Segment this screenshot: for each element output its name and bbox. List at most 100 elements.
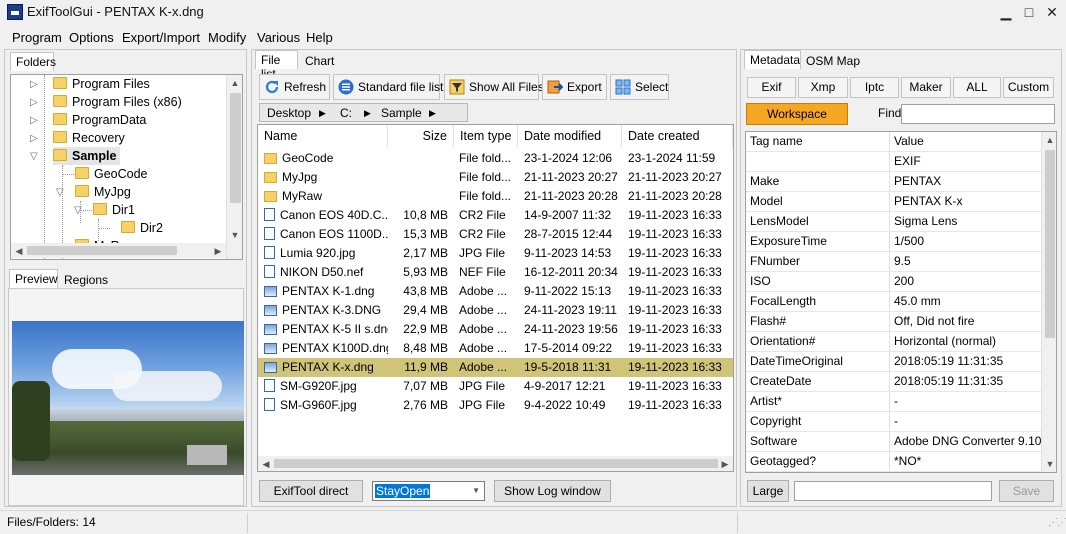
- metadata-row[interactable]: Make PENTAX: [746, 172, 1042, 192]
- column-header-size[interactable]: Size: [388, 125, 454, 147]
- file-row[interactable]: PENTAX K-1.dng 43,8 MB Adobe ... 9-11-2022 …: [258, 282, 733, 301]
- column-header-value[interactable]: Value: [894, 132, 924, 151]
- chevron-right-icon[interactable]: ▷: [30, 115, 38, 126]
- tab-folders[interactable]: Folders: [10, 52, 56, 71]
- metadata-row[interactable]: Flash# Off, Did not fire: [746, 312, 1042, 332]
- filter-exif-button[interactable]: Exif: [747, 77, 796, 98]
- file-row[interactable]: SM-G960F.jpg 2,76 MB JPG File 9-4-2022 10:4…: [258, 396, 733, 415]
- metadata-row[interactable]: ISO 200: [746, 272, 1042, 292]
- scroll-down-icon[interactable]: ▼: [1042, 456, 1056, 472]
- metadata-row[interactable]: Geotagged? *NO*: [746, 452, 1042, 472]
- large-button[interactable]: Large: [747, 480, 789, 502]
- export-button[interactable]: Export: [542, 74, 607, 100]
- tab-file-list[interactable]: File list: [255, 50, 298, 81]
- file-row[interactable]: SM-G920F.jpg 7,07 MB JPG File 4-9-2017 12:2…: [258, 377, 733, 396]
- file-row[interactable]: PENTAX K-3.DNG 29,4 MB Adobe ... 24-11-2023…: [258, 301, 733, 320]
- menu-program[interactable]: Program: [12, 30, 62, 45]
- metadata-row[interactable]: Orientation# Horizontal (normal): [746, 332, 1042, 352]
- scroll-right-icon[interactable]: ▶: [717, 456, 733, 471]
- metadata-row[interactable]: FNumber 9.5: [746, 252, 1042, 272]
- file-row[interactable]: Canon EOS 40D.C... 10,8 MB CR2 File 14-9-20…: [258, 206, 733, 225]
- tree-item-dir2[interactable]: Dir2: [121, 219, 163, 237]
- breadcrumb-sample[interactable]: Sample: [381, 106, 422, 120]
- column-header-tag-name[interactable]: Tag name: [750, 132, 803, 151]
- metadata-vertical-scrollbar[interactable]: ▲ ▼: [1041, 132, 1056, 472]
- tree-item-sample[interactable]: Sample: [53, 147, 121, 165]
- show-all-files-button[interactable]: Show All Files: [444, 74, 544, 100]
- scroll-thumb[interactable]: [230, 93, 241, 203]
- menu-help[interactable]: Help: [306, 30, 333, 45]
- menu-options[interactable]: Options: [69, 30, 114, 45]
- tab-metadata[interactable]: Metadata: [744, 50, 801, 69]
- file-list-horizontal-scrollbar[interactable]: ◀ ▶: [258, 456, 733, 471]
- standard-file-list-button[interactable]: Standard file list: [333, 74, 443, 100]
- chevron-down-icon[interactable]: ▽: [30, 151, 38, 162]
- tab-regions[interactable]: Regions: [64, 273, 108, 287]
- file-row[interactable]: PENTAX K-x.dng 11,9 MB Adobe ... 19-5-2018 …: [258, 358, 733, 377]
- stayopen-select[interactable]: StayOpen ▼: [372, 481, 485, 501]
- workspace-button[interactable]: Workspace: [746, 103, 848, 125]
- scroll-left-icon[interactable]: ◀: [11, 243, 27, 259]
- scroll-left-icon[interactable]: ◀: [258, 456, 274, 471]
- scroll-thumb[interactable]: [1045, 150, 1055, 338]
- column-header-date-modified[interactable]: Date modified: [518, 125, 622, 147]
- chevron-right-icon[interactable]: ▷: [30, 79, 38, 90]
- tab-osm-map[interactable]: OSM Map: [806, 54, 860, 68]
- metadata-row[interactable]: CreateDate 2018:05:19 11:31:35: [746, 372, 1042, 392]
- tree-item-programdata[interactable]: ProgramData: [53, 111, 146, 129]
- scroll-up-icon[interactable]: ▲: [1042, 132, 1056, 148]
- chevron-down-icon[interactable]: ▽: [56, 187, 64, 198]
- file-row[interactable]: PENTAX K-5 II s.dng 22,9 MB Adobe ... 24-11…: [258, 320, 733, 339]
- breadcrumb-arrow-icon[interactable]: ▶: [429, 108, 436, 119]
- show-log-window-button[interactable]: Show Log window: [494, 480, 611, 502]
- metadata-row[interactable]: Copyright -: [746, 412, 1042, 432]
- value-edit-input[interactable]: [794, 481, 992, 501]
- chevron-down-icon[interactable]: ▽: [74, 205, 82, 216]
- minimize-button[interactable]: ▁: [996, 3, 1016, 21]
- tree-item-dir1[interactable]: Dir1: [93, 201, 135, 219]
- select-button[interactable]: Select: [610, 74, 669, 100]
- metadata-row[interactable]: Model PENTAX K-x: [746, 192, 1042, 212]
- tree-horizontal-scrollbar[interactable]: ◀ ▶: [11, 243, 226, 258]
- metadata-row[interactable]: LensModel Sigma Lens: [746, 212, 1042, 232]
- chevron-right-icon[interactable]: ▷: [30, 97, 38, 108]
- resize-grip-icon[interactable]: ⋰⋰: [1048, 517, 1066, 528]
- file-row[interactable]: Lumia 920.jpg 2,17 MB JPG File 9-11-2023 14…: [258, 244, 733, 263]
- save-button[interactable]: Save: [999, 480, 1054, 502]
- metadata-row[interactable]: Software Adobe DNG Converter 9.10: [746, 432, 1042, 452]
- column-header-date-created[interactable]: Date created: [622, 125, 733, 147]
- maximize-button[interactable]: □: [1019, 3, 1039, 21]
- breadcrumb-arrow-icon[interactable]: ▶: [364, 108, 371, 119]
- metadata-row[interactable]: EXIF: [746, 152, 1042, 172]
- metadata-row[interactable]: DateTimeOriginal 2018:05:19 11:31:35: [746, 352, 1042, 372]
- metadata-row[interactable]: Artist* -: [746, 392, 1042, 412]
- filter-xmp-button[interactable]: Xmp: [798, 77, 848, 98]
- filter-maker-button[interactable]: Maker: [901, 77, 951, 98]
- menu-various[interactable]: Various: [257, 30, 300, 45]
- column-header-name[interactable]: Name: [258, 125, 388, 147]
- find-input[interactable]: [901, 104, 1055, 124]
- breadcrumb-c[interactable]: C:: [340, 106, 352, 120]
- scroll-down-icon[interactable]: ▼: [227, 227, 242, 243]
- tab-preview[interactable]: Preview: [9, 269, 58, 288]
- filter-custom-button[interactable]: Custom: [1003, 77, 1054, 98]
- file-row[interactable]: PENTAX K100D.dng 8,48 MB Adobe ... 17-5-201…: [258, 339, 733, 358]
- file-row[interactable]: MyJpg File fold... 21-11-2023 20:27 21-11-2…: [258, 168, 733, 187]
- metadata-row[interactable]: ExposureTime 1/500: [746, 232, 1042, 252]
- tree-item-myjpg[interactable]: MyJpg: [75, 183, 131, 201]
- scroll-right-icon[interactable]: ▶: [210, 243, 226, 259]
- file-row[interactable]: NIKON D50.nef 5,93 MB NEF File 16-12-2011 2…: [258, 263, 733, 282]
- file-row[interactable]: MyRaw File fold... 21-11-2023 20:28 21-11-2…: [258, 187, 733, 206]
- tree-item-geocode[interactable]: GeoCode: [75, 165, 148, 183]
- metadata-row[interactable]: FocalLength 45.0 mm: [746, 292, 1042, 312]
- refresh-button[interactable]: Refresh: [259, 74, 330, 100]
- scroll-thumb[interactable]: [274, 459, 718, 468]
- menu-export-import[interactable]: Export/Import: [122, 30, 200, 45]
- breadcrumb-desktop[interactable]: Desktop: [267, 106, 311, 120]
- scroll-up-icon[interactable]: ▲: [227, 75, 242, 91]
- tree-item-program-files[interactable]: Program Files: [53, 75, 150, 93]
- scroll-thumb[interactable]: [27, 246, 177, 255]
- tree-item-recovery[interactable]: Recovery: [53, 129, 125, 147]
- breadcrumb-arrow-icon[interactable]: ▶: [319, 108, 326, 119]
- column-header-item-type[interactable]: Item type: [454, 125, 518, 147]
